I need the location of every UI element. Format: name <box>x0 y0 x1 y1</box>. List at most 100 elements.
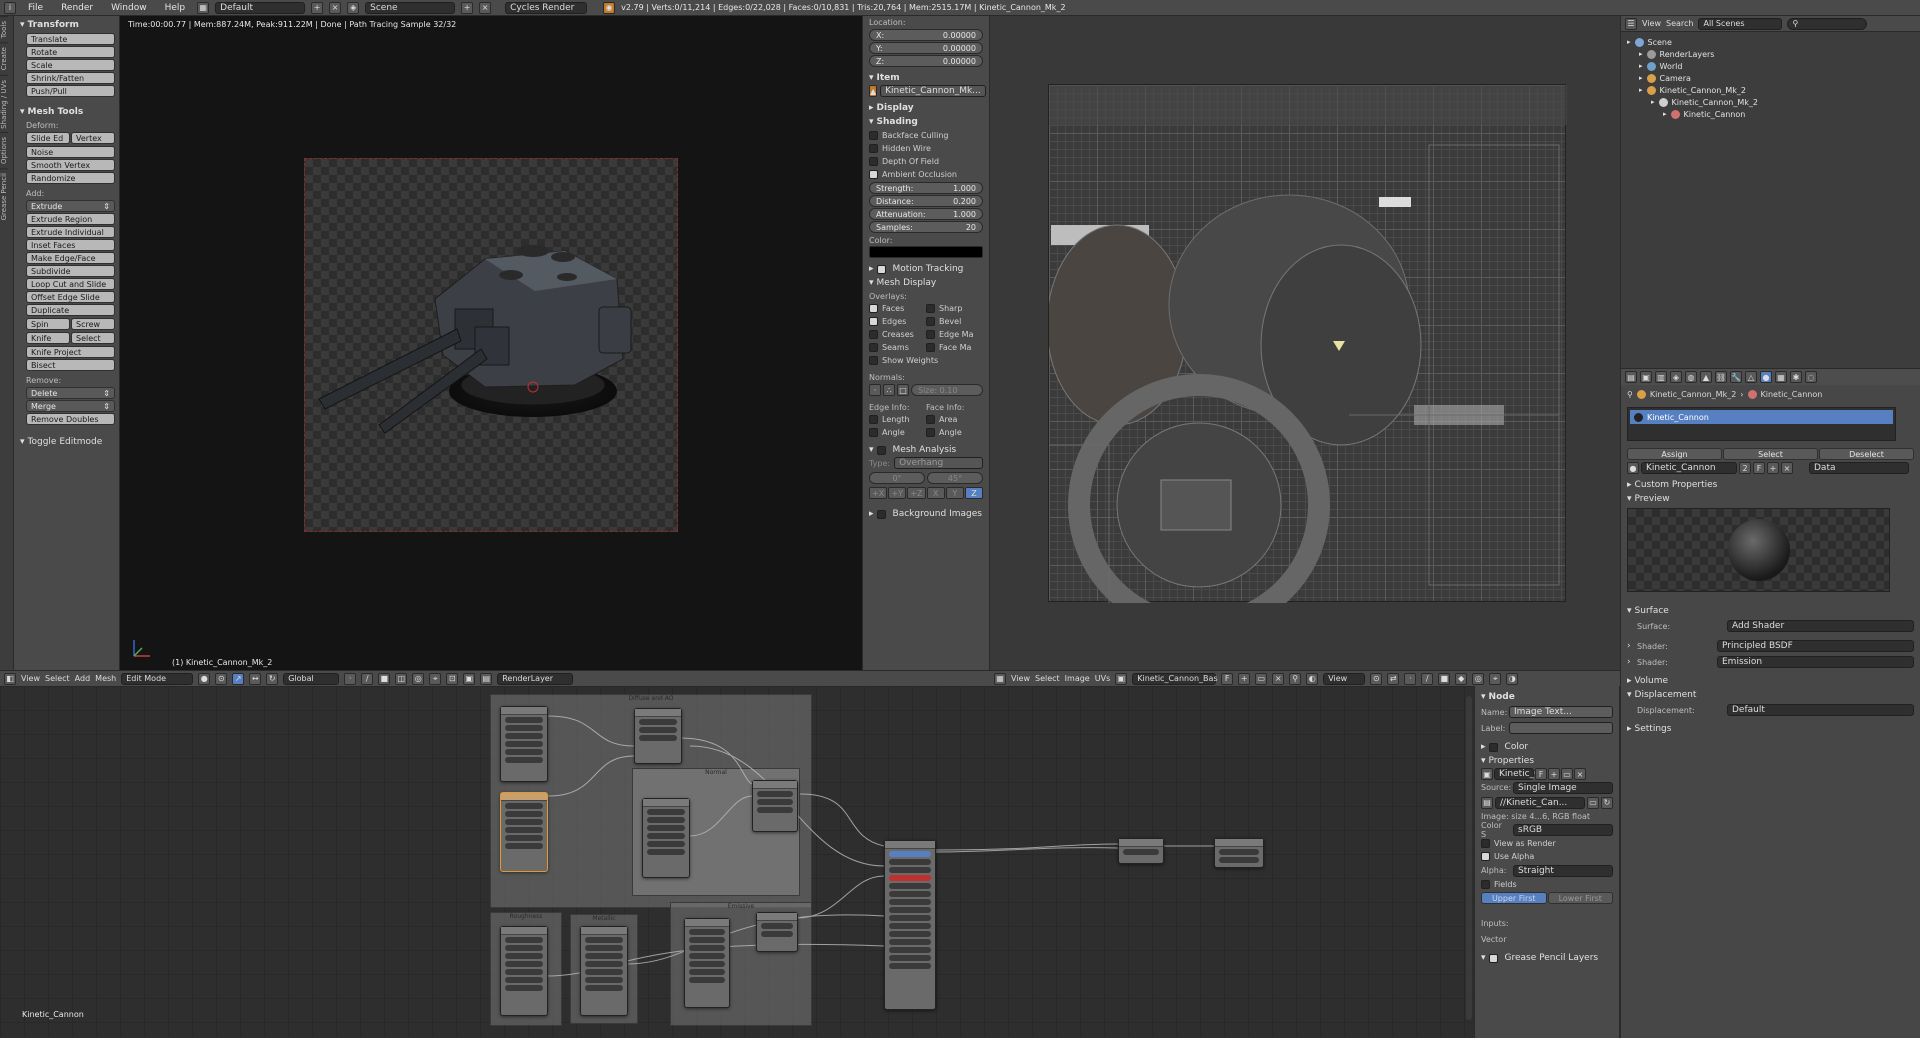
axis-x-button[interactable]: X <box>926 487 945 499</box>
axis-z-button[interactable]: Z <box>964 487 984 499</box>
expand-icon[interactable]: ▸ <box>1639 62 1643 70</box>
image-name-field[interactable]: Kinetic_Cannon_Bas <box>1132 672 1218 685</box>
outliner-item[interactable]: ▸ Kinetic_Cannon <box>1627 108 1914 120</box>
add-shader-node[interactable] <box>1118 838 1164 864</box>
view-mode-icon[interactable]: ◐ <box>1306 672 1319 685</box>
shading-header[interactable]: ▾ Shading <box>869 115 983 129</box>
outliner-item[interactable]: ▸ Kinetic_Cannon_Mk_2 <box>1627 84 1914 96</box>
toggle-editmode-header[interactable]: ▾ Toggle Editmode <box>20 435 115 449</box>
background-images-header[interactable]: ▸ Background Images <box>869 507 983 521</box>
view-as-render-checkbox[interactable]: View as Render <box>1481 837 1613 850</box>
open-image-icon[interactable]: ▭ <box>1255 672 1268 685</box>
item-name-field[interactable]: Kinetic_Cannon_Mk... <box>880 85 986 97</box>
material-slot-item[interactable]: Kinetic_Cannon <box>1630 410 1893 424</box>
menu-help[interactable]: Help <box>159 3 192 13</box>
ao-samples-field[interactable]: Samples: 20 <box>869 221 983 233</box>
depth-of-field-checkbox[interactable]: Depth Of Field <box>869 155 983 168</box>
normals-size-field[interactable]: Size: 0.10 <box>911 384 983 396</box>
image-texture-node[interactable] <box>500 706 548 782</box>
pivot-icon[interactable]: ⊙ <box>1370 672 1383 685</box>
ao-strength-field[interactable]: Strength: 1.000 <box>869 182 983 194</box>
extrude-region-button[interactable]: Extrude Region <box>26 213 115 225</box>
node-properties-header[interactable]: ▾ Properties <box>1481 754 1613 768</box>
view-mode-select[interactable]: View <box>1323 672 1366 685</box>
show-weights-checkbox[interactable]: Show Weights <box>869 354 983 367</box>
face-marks-checkbox[interactable]: Face Ma <box>926 341 983 354</box>
sync-icon[interactable]: ⇄ <box>1387 672 1400 685</box>
expand-icon[interactable]: ▸ <box>1663 110 1667 118</box>
volume-header[interactable]: ▸ Volume <box>1621 674 1920 688</box>
snap-icon[interactable]: ⌖ <box>1489 672 1502 685</box>
fields-checkbox[interactable]: Fields <box>1481 878 1613 891</box>
chevron-right-icon[interactable]: › <box>1627 657 1637 667</box>
render-layer-select[interactable]: RenderLayer <box>497 672 574 685</box>
delete-menu[interactable]: Delete ⇕ <box>26 387 115 399</box>
normal-image-texture-node[interactable] <box>642 798 690 878</box>
layout-select[interactable]: Default <box>215 1 306 14</box>
3d-viewport[interactable]: Time:00:00.77 | Mem:887.24M, Peak:911.22… <box>120 16 862 670</box>
location-y-field[interactable]: Y: 0.00000 <box>869 42 983 54</box>
outliner-menu-search[interactable]: Search <box>1666 19 1693 28</box>
tab-options[interactable]: Options <box>0 132 8 169</box>
shrink-fatten-button[interactable]: Shrink/Fatten <box>26 72 115 84</box>
expand-icon[interactable]: ▸ <box>1627 38 1631 46</box>
metallic-texture-node[interactable] <box>580 926 628 1016</box>
face-select-icon[interactable]: ■ <box>378 672 391 685</box>
mode-select[interactable]: Edit Mode <box>121 672 194 685</box>
editor-type-icon[interactable]: ☰ <box>1625 17 1637 30</box>
occlude-icon[interactable]: ◫ <box>395 672 408 685</box>
vertex-normal-icon[interactable]: · <box>869 384 881 396</box>
close-image-icon[interactable]: × <box>1272 672 1285 685</box>
ao-attenuation-field[interactable]: Attenuation: 1.000 <box>869 208 983 220</box>
emissive-texture-node[interactable] <box>684 918 730 1008</box>
assign-button[interactable]: Assign <box>1627 448 1722 460</box>
uv-menu-uvs[interactable]: UVs <box>1095 674 1111 683</box>
analysis-type-select[interactable]: Overhang <box>894 457 983 469</box>
render-tab-icon[interactable]: ▣ <box>1640 371 1652 383</box>
faces-checkbox[interactable]: Faces <box>869 302 926 315</box>
uv-vertex-icon[interactable]: · <box>1404 672 1417 685</box>
surface-header[interactable]: ▾ Surface <box>1621 604 1920 618</box>
expand-icon[interactable]: ▸ <box>1651 98 1655 106</box>
split-normal-icon[interactable]: ∴ <box>883 384 895 396</box>
vertex-select-icon[interactable]: · <box>344 672 357 685</box>
menu-view[interactable]: View <box>21 674 40 683</box>
seams-checkbox[interactable]: Seams <box>869 341 926 354</box>
duplicate-button[interactable]: Duplicate <box>26 304 115 316</box>
expand-icon[interactable]: ▸ <box>1639 50 1643 58</box>
randomize-button[interactable]: Randomize <box>26 172 115 184</box>
knife-project-button[interactable]: Knife Project <box>26 346 115 358</box>
camera-icon[interactable]: ▣ <box>463 672 476 685</box>
rotate-manip-icon[interactable]: ↻ <box>266 672 279 685</box>
location-x-field[interactable]: X: 0.00000 <box>869 29 983 41</box>
surface-shader-select[interactable]: Add Shader <box>1727 620 1914 632</box>
displacement-header[interactable]: ▾ Displacement <box>1621 688 1920 702</box>
pin-icon[interactable]: ⚲ <box>1627 390 1633 399</box>
outliner-search-input[interactable]: ⚲ <box>1787 17 1868 30</box>
scene-tab-icon[interactable]: ◈ <box>1670 371 1682 383</box>
axis-plus-z-button[interactable]: +Z <box>907 487 926 499</box>
slide-vertex-button[interactable]: Vertex <box>71 132 115 144</box>
tab-shading-uvs[interactable]: Shading / UVs <box>0 74 8 133</box>
menu-mesh[interactable]: Mesh <box>95 674 116 683</box>
display-header[interactable]: ▸ Display <box>869 101 983 115</box>
menu-render[interactable]: Render <box>55 3 99 13</box>
expand-icon[interactable]: ▸ <box>1639 74 1643 82</box>
filepath-field[interactable]: //Kinetic_Can... <box>1495 796 1585 809</box>
axis-plus-x-button[interactable]: +X <box>869 487 888 499</box>
info-editor-icon[interactable]: i <box>4 1 16 14</box>
edge-angle-checkbox[interactable]: Angle <box>869 426 926 439</box>
world-tab-icon[interactable]: ◍ <box>1685 371 1697 383</box>
node-header[interactable]: ▾ Node <box>1481 690 1613 704</box>
creases-checkbox[interactable]: Creases <box>869 328 926 341</box>
item-header[interactable]: ▾ Item <box>869 71 983 85</box>
inset-faces-button[interactable]: Inset Faces <box>26 239 115 251</box>
edges-checkbox[interactable]: Edges <box>869 315 926 328</box>
editor-type-icon[interactable]: ▦ <box>994 672 1006 685</box>
image-texture-node-active[interactable] <box>500 792 548 872</box>
mesh-tools-header[interactable]: ▾ Mesh Tools <box>20 105 115 119</box>
uv-menu-image[interactable]: Image <box>1065 674 1090 683</box>
uv-edge-icon[interactable]: / <box>1421 672 1434 685</box>
shader2-select[interactable]: Emission <box>1717 656 1914 668</box>
new-image-icon[interactable]: + <box>1548 768 1560 780</box>
